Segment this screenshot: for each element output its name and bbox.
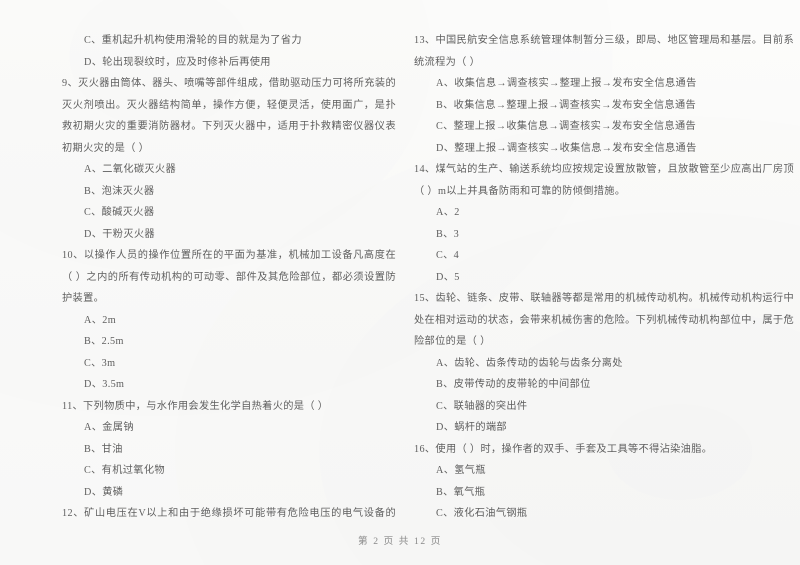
- option-line: C、有机过氧化物: [84, 465, 165, 476]
- option-line: D、5: [436, 271, 460, 283]
- option-line: C、整理上报→收集信息→调查核实→发布安全信息通告: [436, 121, 697, 132]
- option-line: B、皮带传动的皮带轮的中间部位: [436, 379, 591, 390]
- option-line: B、泡沫灭火器: [84, 185, 155, 197]
- option-line: C、4: [436, 250, 460, 261]
- option-line: B、甘油: [84, 443, 123, 455]
- option-line: B、3: [436, 228, 460, 240]
- right-question-column: 13、中国民航安全信息系统管理体制暂分三级，即局、地区管理局和基层。目前系统流程…: [400, 30, 800, 520]
- question-stem: 11、下列物质中，与水作用会发生化学自热着火的是（ ）: [62, 400, 329, 412]
- option-line: C、重机起升机构使用滑轮的目的就是为了省力: [84, 35, 302, 46]
- option-line: D、干粉灭火器: [84, 228, 155, 240]
- left-question-column: C、重机起升机构使用滑轮的目的就是为了省力 D、轮出现裂纹时，应及时修补后再使用…: [0, 30, 400, 520]
- option-line: B、氧气瓶: [436, 486, 486, 498]
- question-stem: 15、齿轮、链条、皮带、联轴器等都是常用的机械传动机构。机械传动机构运行中处在相…: [414, 293, 794, 347]
- option-line: C、液化石油气钢瓶: [436, 508, 528, 519]
- option-line: D、轮出现裂纹时，应及时修补后再使用: [84, 56, 271, 68]
- option-line: C、3m: [84, 357, 116, 369]
- option-line: D、整理上报→调查核实→收集信息→发布安全信息通告: [436, 142, 697, 154]
- question-stem: 10、以操作人员的操作位置所在的平面为基准，机械加工设备凡高度在（ ）之内的所有…: [62, 250, 396, 304]
- option-line: C、酸碱灭火器: [84, 207, 155, 218]
- page-footer: 第 2 页 共 12 页: [358, 536, 442, 547]
- option-line: A、2m: [84, 314, 116, 326]
- option-line: B、2.5m: [84, 336, 124, 347]
- option-line: A、金属钠: [84, 422, 134, 433]
- option-line: D、3.5m: [84, 379, 125, 390]
- option-line: A、齿轮、齿条传动的齿轮与齿条分离处: [436, 357, 623, 369]
- question-stem: 14、煤气站的生产、输送系统均应按规定设置放散管，且放散管至少应高出厂房顶（ ）…: [414, 164, 794, 197]
- question-stem: 9、灭火器由筒体、器头、喷嘴等部件组成，借助驱动压力可将所充装的灭火剂喷出。灭火…: [62, 78, 396, 154]
- option-line: A、收集信息→调查核实→整理上报→发布安全信息通告: [436, 78, 697, 89]
- option-line: D、黄磷: [84, 486, 124, 498]
- option-line: D、蜗杆的端部: [436, 422, 507, 433]
- option-line: C、联轴器的突出件: [436, 400, 528, 412]
- option-line: A、氢气瓶: [436, 465, 486, 476]
- option-line: A、2: [436, 207, 460, 218]
- two-column-layout: C、重机起升机构使用滑轮的目的就是为了省力 D、轮出现裂纹时，应及时修补后再使用…: [0, 30, 800, 520]
- option-line: A、二氧化碳灭火器: [84, 164, 177, 175]
- question-stem: 12、矿山电压在V以上和由于绝缘损坏可能带有危险电压的电气设备的金属外壳、构架必…: [62, 508, 396, 519]
- question-stem: 16、使用（ ）时，操作者的双手、手套及工具等不得沾染油脂。: [414, 443, 713, 455]
- exam-page: C、重机起升机构使用滑轮的目的就是为了省力 D、轮出现裂纹时，应及时修补后再使用…: [0, 0, 800, 565]
- option-line: B、收集信息→整理上报→调查核实→发布安全信息通告: [436, 99, 697, 111]
- question-stem: 13、中国民航安全信息系统管理体制暂分三级，即局、地区管理局和基层。目前系统流程…: [414, 35, 794, 68]
